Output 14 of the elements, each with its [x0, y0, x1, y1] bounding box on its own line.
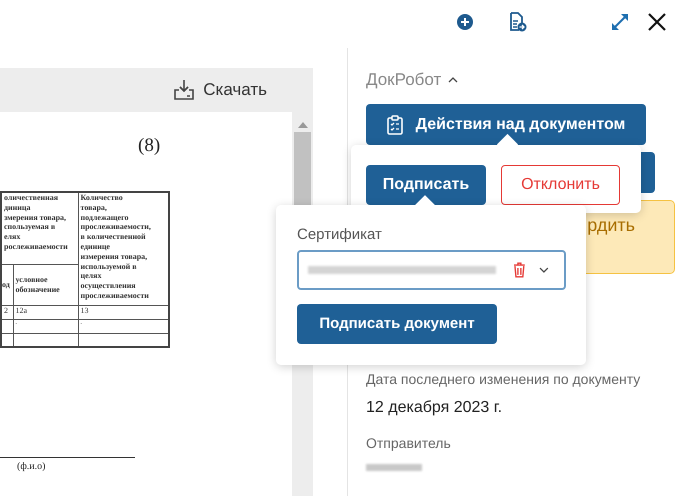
table-header-cell: оличественная диница змерения товара, спользуемая в елях рослеживаемости	[1, 192, 78, 264]
field-label: Дата последнего изменения по документу	[366, 371, 640, 387]
certificate-label: Сертификат	[297, 226, 382, 243]
signature-caption: (ф.и.о)	[17, 461, 46, 472]
table-header-cell: Количество товара, подлежащего прослеживаемости, в количественной единице измерения товара, используемой в целях осуществления прослеживаемости	[78, 192, 169, 305]
field-label: Отправитель	[366, 435, 451, 451]
table-cell: 2	[1, 305, 13, 319]
field-value: 12 декабря 2023 г.	[366, 399, 502, 416]
page-number: (8)	[138, 135, 160, 156]
table-cell: 13	[78, 305, 169, 319]
table-header-cell: од	[1, 264, 13, 305]
table-cell: 12а	[13, 305, 78, 319]
section-title: ДокРобот	[366, 69, 442, 92]
notice-text: рдить	[587, 215, 635, 235]
